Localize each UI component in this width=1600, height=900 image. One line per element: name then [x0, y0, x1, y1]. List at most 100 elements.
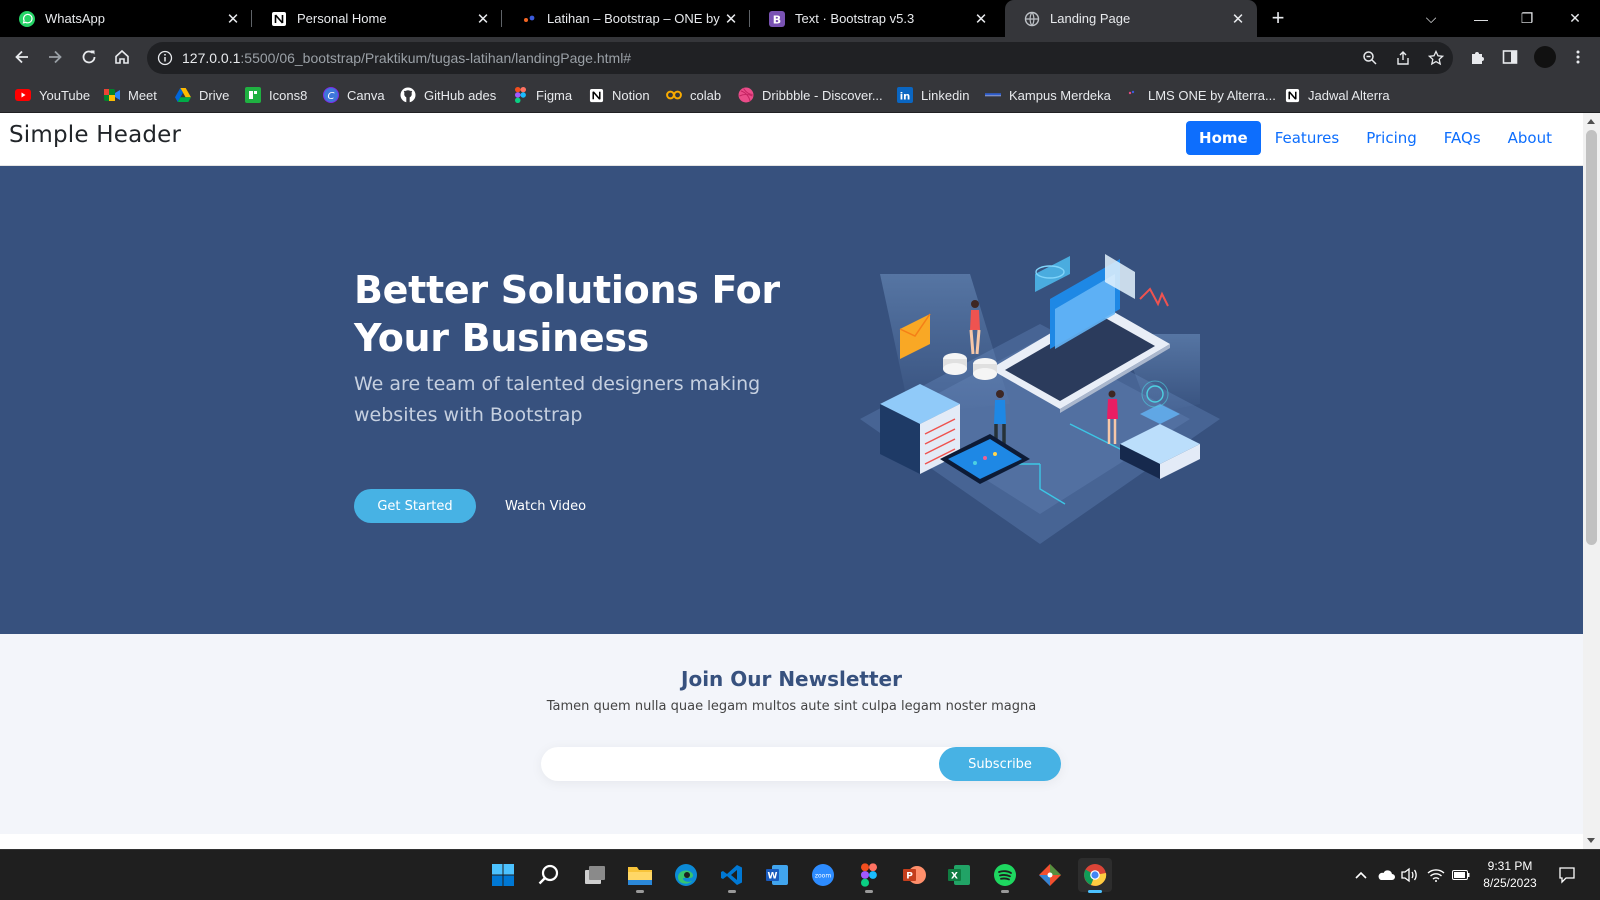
- file-explorer-icon[interactable]: [623, 858, 657, 893]
- tab-personal-home[interactable]: Personal Home ✕: [252, 0, 502, 37]
- tab-landing-page[interactable]: Landing Page ✕: [1005, 0, 1257, 37]
- menu-kebab-icon[interactable]: [1566, 45, 1590, 69]
- site-brand[interactable]: Simple Header: [9, 122, 181, 148]
- scrollbar-thumb[interactable]: [1586, 130, 1597, 545]
- bookmark-jadwal-alterra[interactable]: Jadwal Alterra: [1284, 86, 1390, 104]
- restore-button[interactable]: ❐: [1504, 0, 1550, 37]
- hero-section: Better Solutions For Your Business We ar…: [0, 166, 1583, 634]
- globe-icon: [1023, 10, 1041, 28]
- bookmark-label: Icons8: [269, 87, 308, 103]
- extensions-icon[interactable]: [1465, 45, 1489, 69]
- close-window-button[interactable]: ✕: [1552, 0, 1598, 37]
- close-tab-icon[interactable]: ✕: [1229, 10, 1247, 28]
- forward-button[interactable]: [43, 45, 67, 69]
- side-panel-icon[interactable]: [1498, 45, 1522, 69]
- dribbble-icon: [738, 87, 754, 103]
- watch-video-link[interactable]: Watch Video: [505, 499, 586, 514]
- get-started-button[interactable]: Get Started: [354, 489, 476, 523]
- figma-icon: [512, 87, 528, 103]
- bookmark-figma[interactable]: Figma: [512, 86, 572, 104]
- back-button[interactable]: [10, 45, 34, 69]
- vscode-icon[interactable]: [715, 858, 749, 893]
- tab-title: Landing Page: [1050, 11, 1131, 26]
- close-tab-icon[interactable]: ✕: [224, 10, 242, 28]
- svg-text:C: C: [328, 91, 335, 102]
- browser-tab-strip: WhatsApp ✕ Personal Home ✕ Latihan – Boo…: [0, 0, 1600, 37]
- bookmark-youtube[interactable]: YouTube: [15, 86, 90, 104]
- svg-text:W: W: [768, 872, 778, 882]
- github-icon: [400, 87, 416, 103]
- search-icon[interactable]: [532, 858, 566, 892]
- bookmark-canva[interactable]: C Canva: [323, 86, 385, 104]
- hero-illustration: [860, 254, 1220, 544]
- spotify-icon[interactable]: [988, 858, 1022, 893]
- url-text[interactable]: 127.0.0.1:5500/06_bootstrap/Praktikum/tu…: [182, 50, 631, 66]
- tab-bootstrap-text[interactable]: B Text · Bootstrap v5.3 ✕: [750, 0, 1000, 37]
- running-indicator: [728, 890, 736, 893]
- onedrive-icon[interactable]: [1376, 865, 1396, 885]
- url-host: 127.0.0.1: [182, 50, 241, 66]
- nav-features[interactable]: Features: [1262, 121, 1353, 155]
- nav-faqs[interactable]: FAQs: [1431, 121, 1494, 155]
- nav-about[interactable]: About: [1495, 121, 1565, 155]
- notification-icon[interactable]: [1557, 865, 1577, 885]
- tab-whatsapp[interactable]: WhatsApp ✕: [0, 0, 252, 37]
- bookmark-dribbble[interactable]: Dribbble - Discover...: [738, 86, 883, 104]
- show-hidden-icons-icon[interactable]: [1351, 865, 1371, 885]
- edge-icon[interactable]: [669, 858, 703, 892]
- running-indicator: [1001, 890, 1009, 893]
- volume-icon[interactable]: [1400, 865, 1420, 885]
- kampus-merdeka-icon: [985, 87, 1001, 103]
- word-icon[interactable]: W: [760, 858, 794, 892]
- reload-button[interactable]: [77, 45, 101, 69]
- bookmark-drive[interactable]: Drive: [175, 86, 229, 104]
- close-tab-icon[interactable]: ✕: [474, 10, 492, 28]
- minimize-button[interactable]: —: [1458, 0, 1504, 37]
- task-view-icon[interactable]: [578, 858, 612, 892]
- bookmark-label: GitHub ades: [424, 87, 497, 103]
- home-button[interactable]: [110, 45, 134, 69]
- page-scrollbar[interactable]: [1583, 113, 1600, 849]
- bookmark-linkedin[interactable]: in Linkedin: [897, 86, 969, 104]
- bookmark-lms-one[interactable]: LMS ONE by Alterra...: [1124, 86, 1276, 104]
- scroll-down-arrow-icon[interactable]: [1587, 838, 1595, 843]
- bookmark-star-icon[interactable]: [1427, 49, 1445, 67]
- bootstrap-icon: B: [768, 10, 786, 28]
- bookmark-notion[interactable]: Notion: [588, 86, 650, 104]
- subscribe-button[interactable]: Subscribe: [939, 747, 1061, 781]
- page-viewport: Simple Header Home Features Pricing FAQs…: [0, 113, 1600, 849]
- bookmark-colab[interactable]: colab: [666, 86, 721, 104]
- chrome-icon[interactable]: [1078, 858, 1112, 893]
- figma-icon[interactable]: [852, 858, 886, 893]
- nav-home[interactable]: Home: [1186, 121, 1261, 155]
- tab-search-icon[interactable]: ⌵: [1408, 0, 1454, 37]
- nav-pricing[interactable]: Pricing: [1353, 121, 1430, 155]
- zoom-icon[interactable]: zoom: [806, 858, 840, 892]
- bookmark-label: YouTube: [39, 87, 91, 103]
- excel-icon[interactable]: X: [942, 858, 976, 892]
- svg-text:zoom: zoom: [815, 873, 831, 880]
- bookmark-meet[interactable]: Meet: [104, 86, 157, 104]
- bookmark-icons8[interactable]: Icons8: [245, 86, 307, 104]
- address-bar[interactable]: 127.0.0.1:5500/06_bootstrap/Praktikum/tu…: [147, 42, 1453, 74]
- site-info-icon[interactable]: [157, 50, 173, 66]
- new-tab-button[interactable]: +: [1266, 6, 1290, 30]
- share-icon[interactable]: [1394, 49, 1412, 67]
- profile-avatar[interactable]: [1534, 46, 1556, 68]
- battery-icon[interactable]: [1451, 865, 1471, 885]
- tab-latihan-bootstrap[interactable]: Latihan – Bootstrap – ONE by Alt ✕: [502, 0, 750, 37]
- wifi-icon[interactable]: [1426, 865, 1446, 885]
- powerpoint-icon[interactable]: P: [897, 858, 931, 892]
- bookmark-kampus-merdeka[interactable]: Kampus Merdeka: [985, 86, 1111, 104]
- scroll-up-arrow-icon[interactable]: [1587, 119, 1595, 124]
- git-icon[interactable]: [1033, 858, 1067, 892]
- newsletter-email-input[interactable]: [541, 747, 931, 781]
- meet-icon: [104, 87, 120, 103]
- screen: WhatsApp ✕ Personal Home ✕ Latihan – Boo…: [0, 0, 1600, 900]
- close-tab-icon[interactable]: ✕: [972, 10, 990, 28]
- windows-start-icon[interactable]: [486, 858, 520, 892]
- zoom-icon[interactable]: [1361, 49, 1379, 67]
- close-tab-icon[interactable]: ✕: [722, 10, 740, 28]
- bookmark-github[interactable]: GitHub ades: [400, 86, 496, 104]
- system-clock[interactable]: 9:31 PM 8/25/2023: [1474, 858, 1546, 892]
